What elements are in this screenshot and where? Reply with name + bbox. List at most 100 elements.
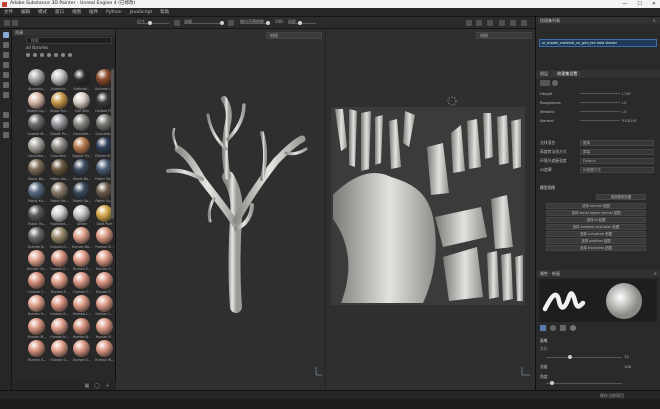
menu-plugins[interactable]: 插件 xyxy=(89,9,98,15)
material-thumbnail[interactable]: Fabric Bo... xyxy=(71,159,94,182)
grid-view-icon[interactable]: ▦ xyxy=(85,383,90,389)
brush-size-value[interactable]: 12 xyxy=(624,353,644,360)
material-thumbnail[interactable]: Cobalt Pu... xyxy=(49,114,72,137)
eraser-tool-icon[interactable] xyxy=(3,42,9,48)
smart-material-filter-icon[interactable] xyxy=(33,53,37,57)
tab-layers[interactable]: 图层 xyxy=(536,71,552,76)
material-thumbnail[interactable]: Ground G... xyxy=(49,227,72,250)
shader-settings-icon[interactable] xyxy=(3,132,9,138)
texture-filter-icon[interactable] xyxy=(54,53,58,57)
material-thumbnail[interactable]: Aluminiu... xyxy=(49,69,72,92)
maximize-button[interactable]: ☐ xyxy=(637,0,641,8)
material-thumbnail[interactable]: Copper Pu... xyxy=(71,136,94,160)
record-icon[interactable] xyxy=(499,20,505,26)
3d-view[interactable] xyxy=(116,29,325,390)
render-icon[interactable] xyxy=(466,20,472,26)
brush-angle-slider[interactable] xyxy=(546,383,622,384)
pressure-size-icon[interactable] xyxy=(174,20,180,26)
material-thumbnail[interactable]: Human F... xyxy=(71,272,94,295)
pressure-flow-icon[interactable] xyxy=(228,20,234,26)
paint-tool-icon[interactable] xyxy=(3,32,9,38)
settings-icon[interactable] xyxy=(521,20,527,26)
material-thumbnail[interactable]: Human P... xyxy=(94,317,117,341)
material-thumbnail[interactable]: Human S... xyxy=(26,340,49,363)
material-thumbnail[interactable]: Human F... xyxy=(49,272,72,295)
alpha-slot-icon[interactable] xyxy=(550,325,556,331)
material-thumbnail[interactable]: Human S... xyxy=(49,340,72,363)
material-thumbnail[interactable]: Fabric Tw... xyxy=(26,204,49,228)
material-thumbnail[interactable]: Human Ba... xyxy=(71,227,94,250)
stencil-slot-icon[interactable] xyxy=(560,325,566,331)
material-thumbnail[interactable]: Human L... xyxy=(71,294,94,318)
bake-map-world-normal[interactable]: 选择 world space normal 贴图 xyxy=(546,210,646,216)
polygon-fill-icon[interactable] xyxy=(3,62,9,68)
color-picker-icon[interactable] xyxy=(3,92,9,98)
spacing-slider-knob[interactable] xyxy=(298,20,302,25)
material-thumbnail[interactable]: Fabric Ba... xyxy=(49,159,72,182)
channel-format[interactable]: RGB16F xyxy=(622,117,637,124)
height-to-normal-dropdown[interactable]: 屏幕 xyxy=(580,149,654,155)
material-thumbnail[interactable]: Granite B... xyxy=(26,227,49,250)
menu-help[interactable]: 帮助 xyxy=(160,9,169,15)
material-thumbnail[interactable]: Human L... xyxy=(94,294,117,318)
alpha-filter-icon[interactable] xyxy=(47,53,51,57)
material-thumbnail[interactable]: Human F... xyxy=(94,272,117,295)
brush-mode-icon[interactable] xyxy=(4,20,10,26)
library-filter-tag[interactable]: all libraries xyxy=(26,45,112,51)
bake-map-ao[interactable]: 选择 ambient occlusion 贴图 xyxy=(546,224,646,230)
material-thumbnail[interactable]: Human K... xyxy=(49,294,72,318)
filter-filter-icon[interactable] xyxy=(61,53,65,57)
channel-row-roughness[interactable]: Roughness L8 xyxy=(540,99,656,106)
bake-map-curvature[interactable]: 选择 curvature 贴图 xyxy=(546,231,646,237)
size-slider-knob[interactable] xyxy=(148,20,152,25)
menu-javascript[interactable]: JavaScript xyxy=(130,10,153,15)
material-thumbnail[interactable]: Coated M... xyxy=(26,114,49,137)
size-slider[interactable] xyxy=(137,22,169,24)
channel-row-metallic[interactable]: Metallic L8 xyxy=(540,108,656,115)
material-thumbnail[interactable]: Concrete... xyxy=(49,136,72,160)
brush-size-knob[interactable] xyxy=(568,355,572,359)
texture-set-item[interactable]: ui_shader_material_ue_grid_tex data shad… xyxy=(539,39,657,47)
menu-file[interactable]: 文件 xyxy=(4,9,13,15)
material-thumbnail[interactable]: Human Ch... xyxy=(26,249,49,273)
brush-angle-knob[interactable] xyxy=(550,381,554,385)
channel-format[interactable]: L8 xyxy=(622,108,627,115)
smudge-tool-icon[interactable] xyxy=(3,72,9,78)
clone-tool-icon[interactable] xyxy=(3,82,9,88)
display-settings-icon[interactable] xyxy=(3,122,9,128)
material-thumbnail[interactable]: Human B... xyxy=(94,227,117,250)
shelf-scrollbar[interactable] xyxy=(111,69,114,219)
material-slot-icon[interactable] xyxy=(570,325,576,331)
normal-mix-dropdown[interactable]: 替换 xyxy=(580,140,654,146)
screenshot-icon[interactable] xyxy=(510,20,516,26)
2d-view-mode-dropdown[interactable]: 材质 xyxy=(476,32,532,39)
material-thumbnail[interactable]: Concrete... xyxy=(71,114,94,137)
material-thumbnail[interactable]: Fabric Kn... xyxy=(26,181,49,205)
add-asset-icon[interactable]: ＋ xyxy=(105,382,110,389)
ao-intensity-dropdown[interactable]: Default xyxy=(580,158,654,164)
panel-close-icon[interactable]: ✕ xyxy=(653,17,656,24)
add-channel-icon[interactable] xyxy=(540,80,550,86)
material-thumbnail[interactable]: Fabric Ro... xyxy=(49,181,72,205)
camera-icon[interactable] xyxy=(476,20,482,26)
material-thumbnail[interactable]: Human W... xyxy=(94,340,117,363)
material-thumbnail[interactable]: Brass Pur... xyxy=(49,91,72,115)
flow-slider[interactable] xyxy=(184,22,224,24)
panel-close-icon[interactable]: ✕ xyxy=(654,270,657,277)
material-thumbnail[interactable]: Anthraci... xyxy=(71,69,94,92)
projection-tool-icon[interactable] xyxy=(3,52,9,58)
bake-map-id[interactable]: 选择 id 贴图 xyxy=(546,217,646,223)
uv-settings-icon[interactable] xyxy=(552,80,558,86)
brush-flow-value[interactable]: 100 xyxy=(624,363,644,370)
material-thumbnail[interactable]: Calf Skin xyxy=(71,91,94,115)
material-thumbnail[interactable]: Human F... xyxy=(94,249,117,273)
bake-map-normal[interactable]: 选择 normal 贴图 xyxy=(546,203,646,209)
material-thumbnail[interactable]: Aluminiu... xyxy=(26,69,49,92)
id-mask-dropdown[interactable]: ID遮罩方式 xyxy=(580,167,654,173)
minimize-button[interactable]: — xyxy=(622,0,627,8)
material-thumbnail[interactable]: Human E... xyxy=(49,249,72,273)
close-button[interactable]: ✕ xyxy=(652,0,656,8)
menu-python[interactable]: Python xyxy=(106,10,122,15)
spacing-slider[interactable] xyxy=(288,22,316,24)
channel-row-height[interactable]: Height L16F xyxy=(540,90,656,97)
